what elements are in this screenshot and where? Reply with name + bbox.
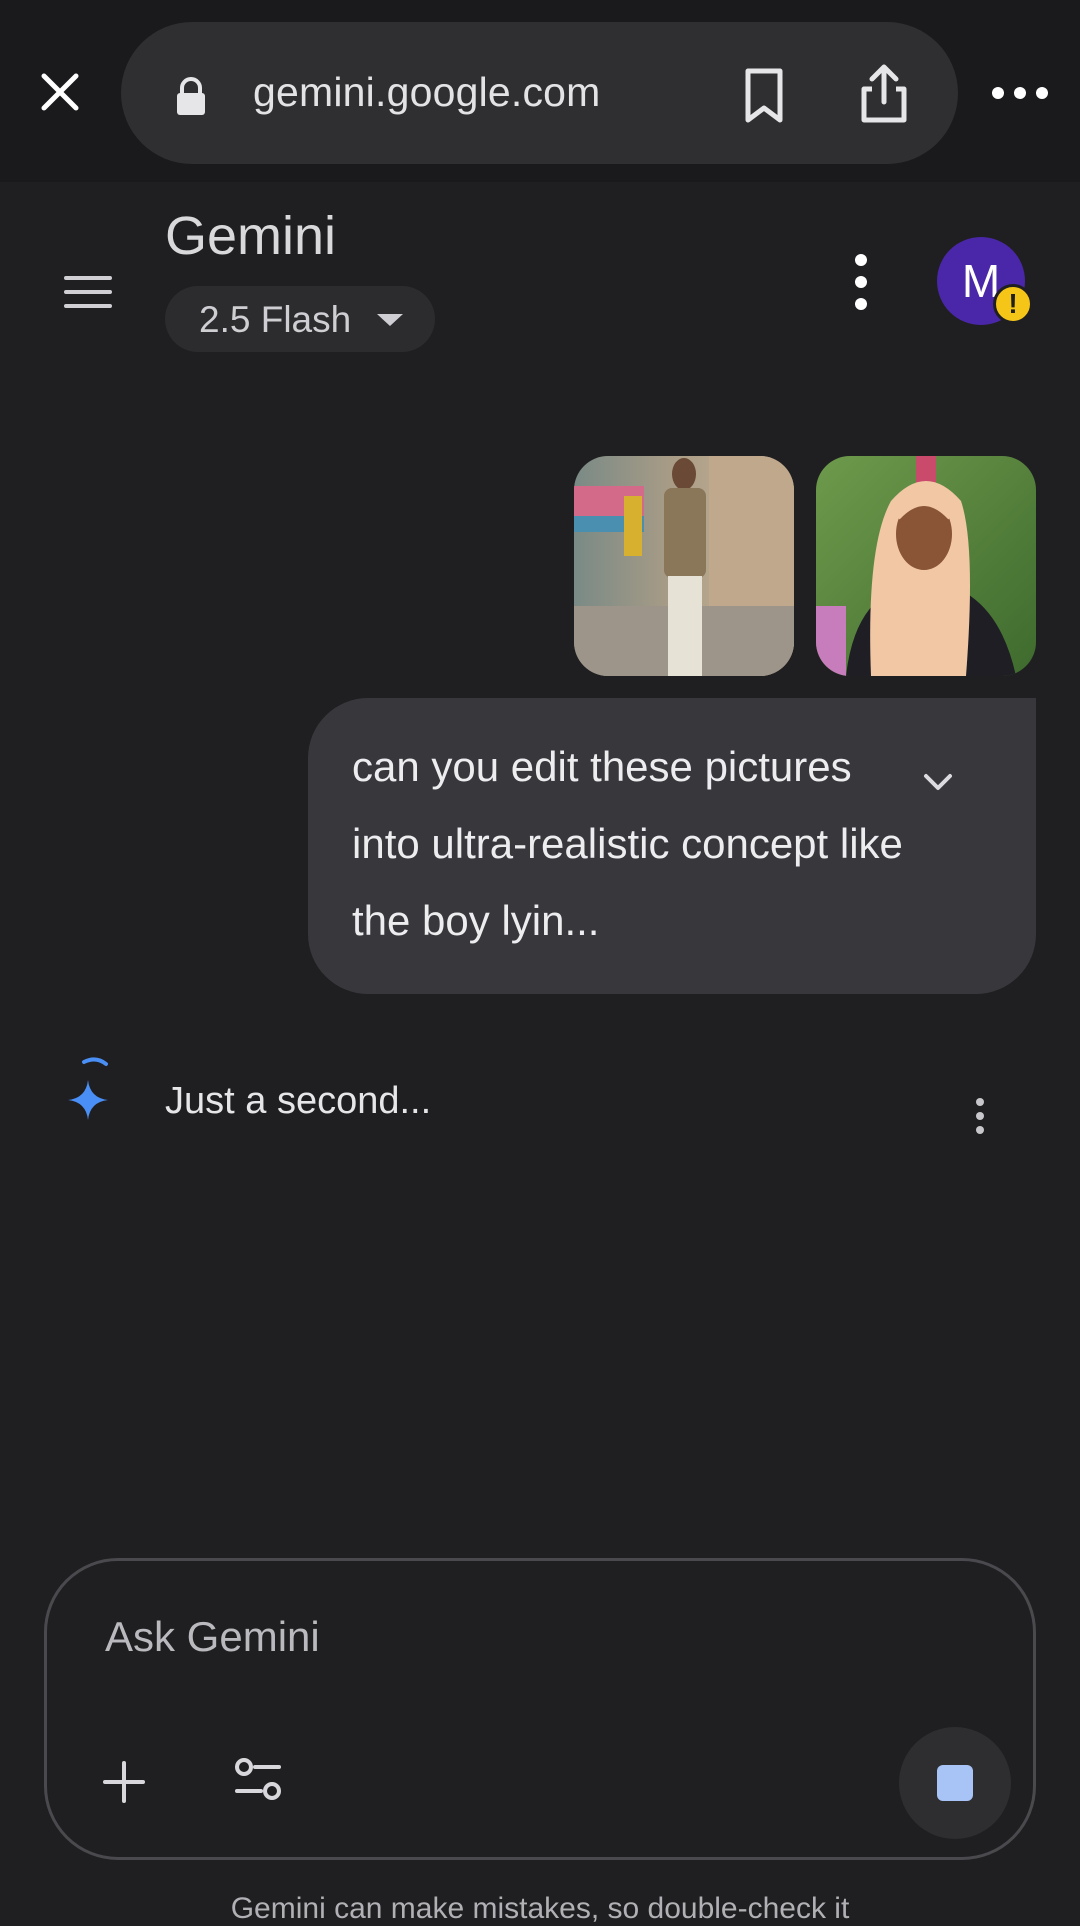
browser-toolbar: gemini.google.com [0, 0, 1080, 182]
more-horizontal-icon[interactable] [990, 78, 1050, 108]
warning-badge-mark: ! [1008, 288, 1018, 319]
more-vertical-icon[interactable] [846, 252, 876, 312]
gemini-spark-icon [68, 1057, 108, 1120]
user-message-bubble: can you edit these pictures into ultra-r… [308, 698, 1036, 994]
attached-image-2[interactable] [816, 456, 1036, 676]
address-bar[interactable]: gemini.google.com [121, 22, 958, 164]
disclaimer-text: Gemini can make mistakes, so double-chec… [230, 1892, 850, 1925]
app-title: Gemini [165, 206, 337, 266]
model-selector[interactable]: 2.5 Flash [165, 286, 435, 352]
photo-woman-portrait [816, 456, 1036, 676]
photo-boy-standing [574, 456, 794, 676]
prompt-input[interactable] [103, 1607, 803, 1667]
response-status-text: Just a second... [165, 1080, 432, 1122]
user-message-text: can you edit these pictures into ultra-r… [352, 743, 903, 944]
model-label: 2.5 Flash [199, 299, 352, 340]
chevron-down-icon[interactable] [920, 770, 956, 794]
tools-icon[interactable] [233, 1755, 283, 1805]
menu-icon[interactable] [62, 272, 114, 312]
bookmark-icon[interactable] [739, 66, 789, 126]
stop-icon [937, 1765, 973, 1801]
lock-icon [177, 77, 205, 115]
response-more-icon[interactable] [970, 1096, 990, 1136]
caret-down-icon [377, 314, 403, 326]
plus-icon[interactable] [101, 1759, 147, 1805]
warning-badge: ! [993, 284, 1033, 324]
url-text: gemini.google.com [253, 69, 601, 115]
share-icon[interactable] [856, 62, 912, 126]
close-icon [41, 73, 79, 111]
prompt-composer [44, 1558, 1036, 1860]
attached-image-1[interactable] [574, 456, 794, 676]
stop-generation-button[interactable] [899, 1727, 1011, 1839]
close-tab-button[interactable] [30, 62, 90, 122]
